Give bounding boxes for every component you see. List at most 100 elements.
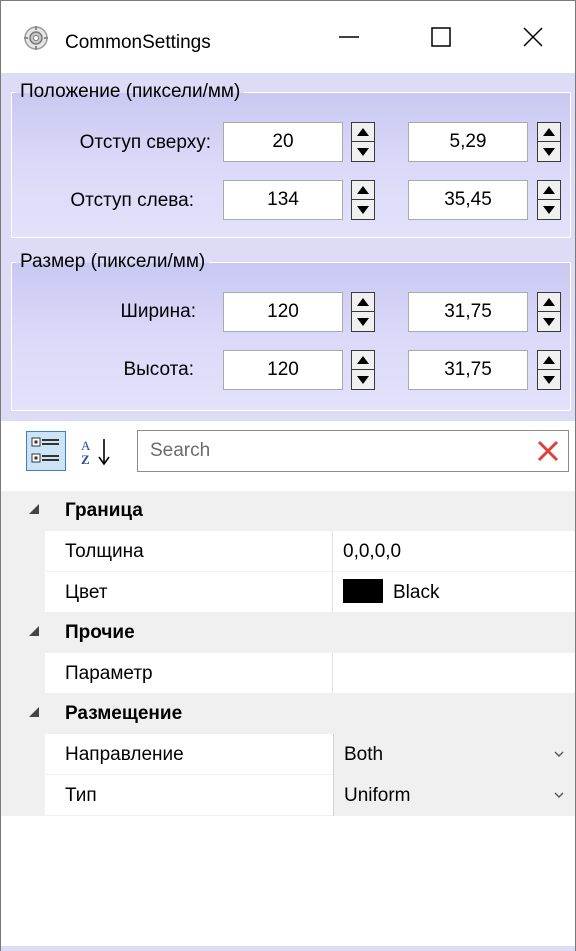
spin-up-button[interactable] (537, 180, 561, 200)
arrow-down-icon (357, 375, 369, 384)
width-mm-spinner[interactable] (537, 292, 561, 332)
arrow-down-icon (543, 375, 555, 384)
arrow-down-icon (543, 317, 555, 326)
property-row-type[interactable]: Тип Uniform (1, 775, 575, 816)
height-mm-value: 31,75 (444, 359, 492, 380)
height-label: Высота: (123, 359, 194, 380)
row-gutter (1, 734, 45, 775)
column-divider (332, 531, 333, 572)
svg-text:Z: Z (81, 452, 90, 467)
height-mm-spinner[interactable] (537, 350, 561, 390)
width-pixels-input[interactable]: 120 (223, 292, 343, 332)
dropdown-value: Both (344, 744, 384, 765)
spin-up-button[interactable] (351, 122, 375, 142)
maximize-icon (431, 27, 451, 47)
top-offset-pixels-spinner[interactable] (351, 122, 375, 162)
height-pixels-spinner[interactable] (351, 350, 375, 390)
sort-alphabetical-button[interactable]: A Z (79, 437, 119, 467)
property-row-color[interactable]: Цвет Black (1, 572, 575, 613)
left-offset-pixels-spinner[interactable] (351, 180, 375, 220)
width-mm-value: 31,75 (444, 301, 492, 322)
spin-up-button[interactable] (351, 292, 375, 312)
spin-up-button[interactable] (351, 350, 375, 370)
row-gutter (1, 531, 45, 572)
property-name: Цвет (65, 582, 108, 603)
category-label: Прочие (65, 622, 135, 643)
top-offset-mm-spinner[interactable] (537, 122, 561, 162)
category-row-placement[interactable]: Размещение (1, 694, 575, 734)
direction-dropdown[interactable]: Both (333, 734, 575, 775)
expanded-triangle-icon[interactable] (29, 707, 39, 717)
expanded-triangle-icon[interactable] (29, 626, 39, 636)
width-mm-input[interactable]: 31,75 (408, 292, 528, 332)
close-icon (523, 27, 543, 47)
search-input[interactable] (138, 431, 518, 471)
spin-down-button[interactable] (537, 199, 561, 220)
property-row-thickness[interactable]: Толщина 0,0,0,0 (1, 531, 575, 572)
property-name: Параметр (65, 663, 153, 684)
category-label: Граница (65, 500, 143, 521)
property-name: Направление (65, 744, 184, 765)
top-offset-mm-input[interactable]: 5,29 (408, 122, 528, 162)
row-gutter (1, 775, 45, 816)
property-name: Толщина (65, 541, 144, 562)
top-offset-mm-value: 5,29 (449, 131, 487, 152)
category-label: Размещение (65, 703, 183, 724)
spin-down-button[interactable] (351, 311, 375, 332)
width-pixels-value: 120 (267, 301, 299, 322)
color-value[interactable]: Black (343, 578, 440, 604)
row-gutter (1, 572, 45, 613)
minimize-button[interactable] (303, 1, 395, 73)
color-name: Black (393, 582, 440, 603)
arrow-up-icon (543, 186, 555, 194)
size-group-legend: Размер (пиксели/мм) (20, 251, 206, 272)
arrow-up-icon (357, 128, 369, 136)
height-pixels-input[interactable]: 120 (223, 350, 343, 390)
close-button[interactable] (487, 1, 576, 73)
left-offset-mm-input[interactable]: 35,45 (408, 180, 528, 220)
position-group-legend: Положение (пиксели/мм) (20, 81, 241, 102)
chevron-down-icon (554, 792, 564, 798)
property-value[interactable]: 0,0,0,0 (343, 541, 401, 563)
spin-up-button[interactable] (537, 122, 561, 142)
category-row-border[interactable]: Граница (1, 491, 575, 531)
color-swatch (343, 578, 383, 603)
property-row-parameter[interactable]: Параметр (1, 653, 575, 694)
spin-down-button[interactable] (351, 369, 375, 390)
row-gutter (1, 653, 45, 694)
arrow-down-icon (357, 205, 369, 214)
arrow-up-icon (543, 128, 555, 136)
height-pixels-value: 120 (267, 359, 299, 380)
width-pixels-spinner[interactable] (351, 292, 375, 332)
spin-down-button[interactable] (351, 199, 375, 220)
window-title: CommonSettings (65, 32, 211, 53)
categorized-view-button[interactable] (26, 431, 66, 471)
clear-search-icon[interactable] (536, 439, 560, 463)
spin-down-button[interactable] (537, 141, 561, 162)
height-mm-input[interactable]: 31,75 (408, 350, 528, 390)
left-offset-pixels-input[interactable]: 134 (223, 180, 343, 220)
property-name: Тип (65, 785, 97, 806)
spin-up-button[interactable] (537, 350, 561, 370)
expanded-triangle-icon[interactable] (29, 504, 39, 514)
spin-down-button[interactable] (351, 141, 375, 162)
spin-down-button[interactable] (537, 311, 561, 332)
title-bar[interactable]: CommonSettings (1, 1, 575, 73)
arrow-up-icon (357, 298, 369, 306)
spin-down-button[interactable] (537, 369, 561, 390)
minimize-icon (339, 36, 359, 38)
property-grid: Граница Толщина 0,0,0,0 Цвет Black Прочи… (1, 491, 575, 816)
left-offset-label: Отступ слева: (70, 190, 194, 211)
left-offset-mm-value: 35,45 (444, 189, 492, 210)
spin-up-button[interactable] (537, 292, 561, 312)
column-divider (332, 653, 333, 694)
property-row-direction[interactable]: Направление Both (1, 734, 575, 775)
left-offset-mm-spinner[interactable] (537, 180, 561, 220)
type-dropdown[interactable]: Uniform (333, 775, 575, 816)
sort-alphabetical-icon: A Z (81, 438, 110, 467)
arrow-up-icon (357, 186, 369, 194)
category-row-other[interactable]: Прочие (1, 613, 575, 653)
spin-up-button[interactable] (351, 180, 375, 200)
top-offset-pixels-input[interactable]: 20 (223, 122, 343, 162)
maximize-button[interactable] (395, 1, 487, 73)
